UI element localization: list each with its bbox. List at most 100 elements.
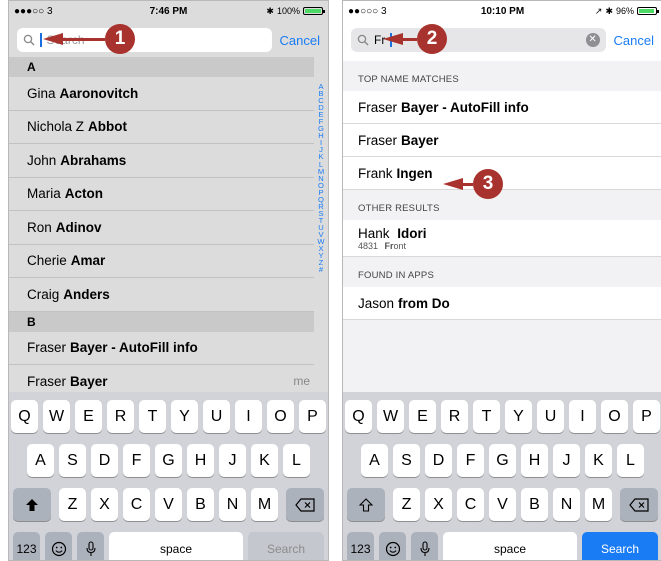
key-m[interactable]: M xyxy=(585,488,612,521)
key-j[interactable]: J xyxy=(219,444,246,477)
right-phone-screen: ●●○○○ 3 10:10 PM ↗ ✱ 96% Fr ✕ Cancel TOP… xyxy=(342,0,661,561)
keyboard: QWERTYUIOP ASDFGHJKL ZXCVBNM 123 space S… xyxy=(9,392,328,560)
key-l[interactable]: L xyxy=(283,444,310,477)
battery-icon xyxy=(637,7,659,15)
key-v[interactable]: V xyxy=(155,488,182,521)
numbers-key[interactable]: 123 xyxy=(13,532,40,560)
key-a[interactable]: A xyxy=(361,444,388,477)
key-k[interactable]: K xyxy=(585,444,612,477)
key-f[interactable]: F xyxy=(457,444,484,477)
emoji-icon[interactable] xyxy=(45,532,72,560)
key-u[interactable]: U xyxy=(537,400,564,433)
space-key[interactable]: space xyxy=(109,532,243,560)
key-w[interactable]: W xyxy=(43,400,70,433)
contact-row[interactable]: Fraser Bayer - AutoFill info xyxy=(9,332,314,365)
backspace-icon[interactable] xyxy=(620,488,658,521)
key-o[interactable]: O xyxy=(267,400,294,433)
space-key[interactable]: space xyxy=(443,532,577,560)
section-header-a: A xyxy=(9,57,314,77)
key-w[interactable]: W xyxy=(377,400,404,433)
key-y[interactable]: Y xyxy=(505,400,532,433)
key-b[interactable]: B xyxy=(187,488,214,521)
search-key[interactable]: Search xyxy=(248,532,324,560)
key-u[interactable]: U xyxy=(203,400,230,433)
callout-3: 3 xyxy=(443,169,503,199)
shift-icon[interactable] xyxy=(13,488,51,521)
contact-row[interactable]: John Abrahams xyxy=(9,144,314,178)
mic-icon[interactable] xyxy=(77,532,104,560)
result-row[interactable]: Jason from Do xyxy=(343,287,661,320)
contacts-list: A Gina Aaronovitch Nichola Z Abbot John Abr… xyxy=(9,57,314,399)
index-letter[interactable]: # xyxy=(316,266,326,274)
key-f[interactable]: F xyxy=(123,444,150,477)
key-z[interactable]: Z xyxy=(59,488,86,521)
key-h[interactable]: H xyxy=(521,444,548,477)
key-z[interactable]: Z xyxy=(393,488,420,521)
key-o[interactable]: O xyxy=(601,400,628,433)
key-l[interactable]: L xyxy=(617,444,644,477)
key-d[interactable]: D xyxy=(91,444,118,477)
mic-icon[interactable] xyxy=(411,532,438,560)
key-x[interactable]: X xyxy=(425,488,452,521)
section-header-found-in-apps: FOUND IN APPS xyxy=(358,270,434,281)
emoji-icon[interactable] xyxy=(379,532,406,560)
key-c[interactable]: C xyxy=(123,488,150,521)
key-c[interactable]: C xyxy=(457,488,484,521)
status-bar: ●●○○○ 3 10:10 PM ↗ ✱ 96% xyxy=(343,1,661,21)
left-phone-screen: ●●●○○ 3 7:46 PM ✱ 100% Search Cancel A G… xyxy=(8,0,329,561)
search-icon xyxy=(357,34,369,46)
key-x[interactable]: X xyxy=(91,488,118,521)
key-s[interactable]: S xyxy=(59,444,86,477)
text-cursor xyxy=(40,33,42,47)
search-key[interactable]: Search xyxy=(582,532,658,560)
key-d[interactable]: D xyxy=(425,444,452,477)
key-t[interactable]: T xyxy=(139,400,166,433)
status-time: 10:10 PM xyxy=(480,5,525,17)
key-h[interactable]: H xyxy=(187,444,214,477)
key-q[interactable]: Q xyxy=(11,400,38,433)
contact-row[interactable]: Maria Acton xyxy=(9,178,314,211)
key-e[interactable]: E xyxy=(409,400,436,433)
cancel-button[interactable]: Cancel xyxy=(280,33,320,48)
contact-row[interactable]: Gina Aaronovitch xyxy=(9,77,314,111)
key-s[interactable]: S xyxy=(393,444,420,477)
key-n[interactable]: N xyxy=(219,488,246,521)
result-row[interactable]: Fraser Bayer xyxy=(343,124,661,157)
key-k[interactable]: K xyxy=(251,444,278,477)
section-header-b: B xyxy=(9,311,314,332)
backspace-icon[interactable] xyxy=(286,488,324,521)
contact-row[interactable]: Cherie Amar xyxy=(9,245,314,278)
numbers-key[interactable]: 123 xyxy=(347,532,374,560)
shift-icon[interactable] xyxy=(347,488,385,521)
key-b[interactable]: B xyxy=(521,488,548,521)
key-g[interactable]: G xyxy=(489,444,516,477)
key-a[interactable]: A xyxy=(27,444,54,477)
key-p[interactable]: P xyxy=(299,400,326,433)
contact-row[interactable]: Nichola Z Abbot xyxy=(9,111,314,144)
key-p[interactable]: P xyxy=(633,400,660,433)
key-y[interactable]: Y xyxy=(171,400,198,433)
result-row[interactable]: Fraser Bayer - AutoFill info xyxy=(343,91,661,124)
key-r[interactable]: R xyxy=(441,400,468,433)
callout-1: 1 xyxy=(43,24,135,54)
search-icon xyxy=(23,34,35,46)
contact-row[interactable]: Ron Adinov xyxy=(9,211,314,245)
key-n[interactable]: N xyxy=(553,488,580,521)
key-v[interactable]: V xyxy=(489,488,516,521)
key-i[interactable]: I xyxy=(235,400,262,433)
key-e[interactable]: E xyxy=(75,400,102,433)
keyboard: QWERTYUIOP ASDFGHJKL ZXCVBNM 123 space S… xyxy=(343,392,661,560)
key-t[interactable]: T xyxy=(473,400,500,433)
alphabet-index[interactable]: A B C D E F G H I J K L M N O P Q R S T U V W X Y Z # xyxy=(316,83,326,274)
key-q[interactable]: Q xyxy=(345,400,372,433)
clear-icon[interactable]: ✕ xyxy=(585,33,600,47)
me-label: me xyxy=(293,374,310,389)
cancel-button[interactable]: Cancel xyxy=(614,33,654,48)
key-j[interactable]: J xyxy=(553,444,580,477)
key-i[interactable]: I xyxy=(569,400,596,433)
result-row[interactable]: Hank Idori 4831 Front xyxy=(343,220,661,257)
contact-row[interactable]: Craig Anders xyxy=(9,278,314,312)
key-r[interactable]: R xyxy=(107,400,134,433)
key-m[interactable]: M xyxy=(251,488,278,521)
key-g[interactable]: G xyxy=(155,444,182,477)
